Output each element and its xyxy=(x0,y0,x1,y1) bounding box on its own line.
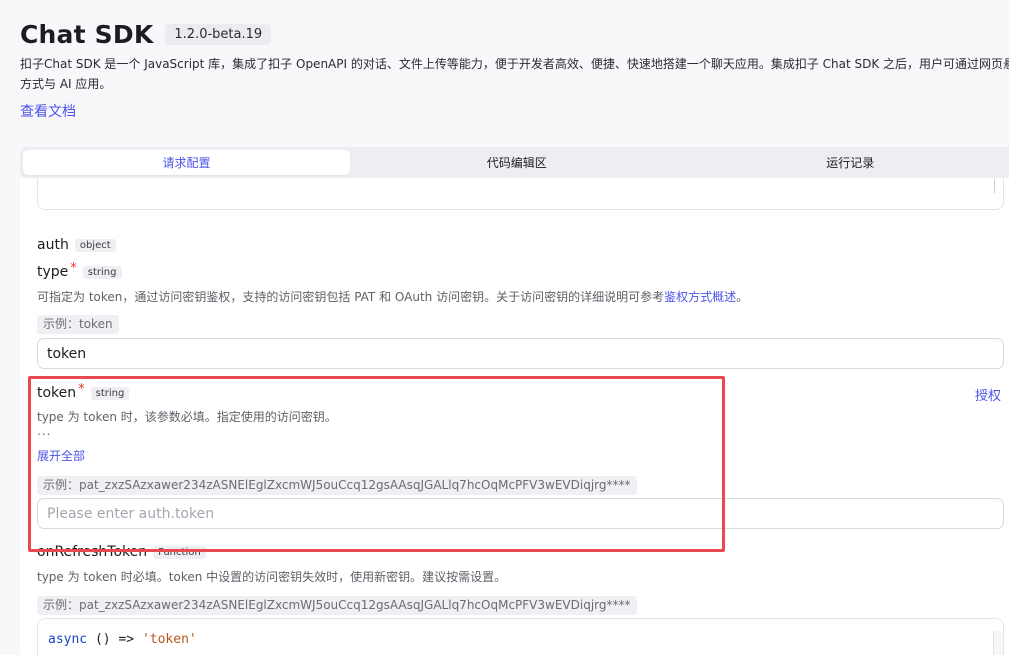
type-tag: Function xyxy=(153,545,206,559)
tab-request-config[interactable]: 请求配置 xyxy=(23,150,350,175)
scrollbar[interactable] xyxy=(994,179,995,193)
required-mark: * xyxy=(70,260,77,276)
help-text: 可指定为 token，通过访问密钥鉴权，支持的访问密钥包括 PAT 和 OAut… xyxy=(37,290,665,304)
auth-overview-link[interactable]: 鉴权方式概述 xyxy=(664,290,736,304)
page: Chat SDK 1.2.0-beta.19 扣子Chat SDK 是一个 Ja… xyxy=(0,0,1009,655)
authorize-link[interactable]: 授权 xyxy=(975,385,1001,404)
required-mark: * xyxy=(78,381,85,397)
tab-code-editor[interactable]: 代码编辑区 xyxy=(350,150,684,175)
tab-run-history[interactable]: 运行记录 xyxy=(684,150,1009,175)
field-name: token xyxy=(37,385,77,401)
type-field-header: type * string xyxy=(37,260,122,280)
code-scrollbar[interactable] xyxy=(993,631,1003,655)
field-name: type xyxy=(37,264,69,280)
code-arrow: () => xyxy=(87,632,142,647)
page-description-cont: 方式与 AI 应用。 xyxy=(20,77,112,91)
token-example: 示例：pat_zxzSAzxawer234zASNElEglZxcmWJ5ouC… xyxy=(37,476,637,495)
onrefreshtoken-example: 示例：pat_zxzSAzxawer234zASNElEglZxcmWJ5ouC… xyxy=(37,596,637,615)
code-keyword: async xyxy=(48,632,88,647)
expand-all-link[interactable]: 展开全部 xyxy=(37,447,85,464)
help-ellipsis: ... xyxy=(37,424,52,438)
code-editor-top[interactable] xyxy=(37,178,1004,210)
type-input[interactable] xyxy=(37,338,1004,369)
request-config-panel: auth object type * string 可指定为 token，通过访… xyxy=(20,178,1009,655)
type-tag: object xyxy=(74,238,116,252)
type-tag: string xyxy=(90,386,130,400)
token-input[interactable] xyxy=(37,498,1004,529)
onrefreshtoken-field-header: onRefreshToken Function xyxy=(37,544,206,560)
title-row: Chat SDK 1.2.0-beta.19 xyxy=(20,20,272,49)
version-badge: 1.2.0-beta.19 xyxy=(165,24,272,45)
token-field-header: token * string xyxy=(37,381,130,401)
token-help-text: type 为 token 时，该参数必填。指定使用的访问密钥。 xyxy=(37,410,337,424)
code-string: 'token' xyxy=(141,632,197,647)
type-help-text: 可指定为 token，通过访问密钥鉴权，支持的访问密钥包括 PAT 和 OAut… xyxy=(37,289,748,305)
tab-bar: 请求配置 代码编辑区 运行记录 xyxy=(20,147,1009,178)
field-name: auth xyxy=(37,237,69,253)
help-text-suffix: 。 xyxy=(736,290,749,304)
auth-field-header: auth object xyxy=(37,237,116,253)
type-example: 示例：token xyxy=(37,315,119,334)
page-title: Chat SDK xyxy=(20,20,154,49)
onrefreshtoken-code-editor[interactable]: async () => 'token' xyxy=(37,618,1004,655)
onrefreshtoken-help-text: type 为 token 时必填。token 中设置的访问密钥失效时，使用新密钥… xyxy=(37,570,507,584)
page-description: 扣子Chat SDK 是一个 JavaScript 库，集成了扣子 OpenAP… xyxy=(20,57,1009,71)
field-name: onRefreshToken xyxy=(37,544,148,560)
type-tag: string xyxy=(82,265,122,279)
view-docs-link[interactable]: 查看文档 xyxy=(20,101,76,121)
